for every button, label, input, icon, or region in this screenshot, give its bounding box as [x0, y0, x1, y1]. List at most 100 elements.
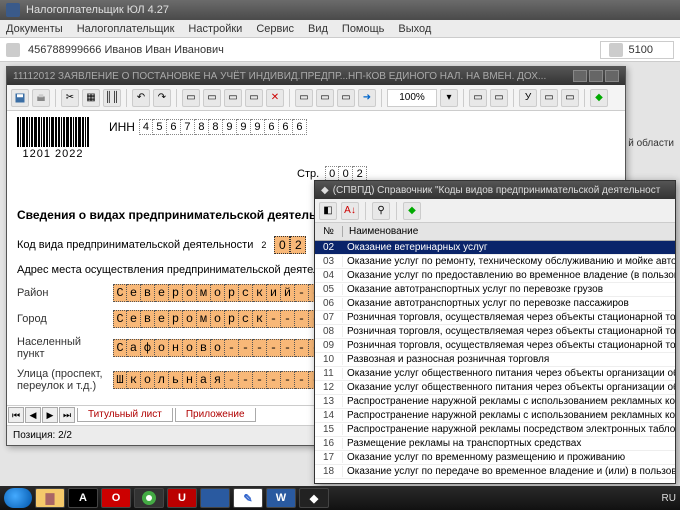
ref-row[interactable]: 07Розничная торговля, осуществляемая чер… — [315, 311, 675, 325]
tool-d-icon[interactable]: ▭ — [245, 89, 263, 107]
tool-k-icon[interactable]: ▭ — [561, 89, 579, 107]
menu-documents[interactable]: Документы — [6, 23, 63, 35]
ref-row[interactable]: 03Оказание услуг по ремонту, техническом… — [315, 255, 675, 269]
tool-a-icon[interactable]: ▭ — [182, 89, 200, 107]
save-icon[interactable] — [11, 89, 29, 107]
ref-row[interactable]: 13Распространение наружной рекламы с исп… — [315, 395, 675, 409]
max-button[interactable] — [589, 70, 603, 82]
taskbar-word-icon[interactable]: W — [266, 488, 296, 508]
ref-toolbar: ◧ A↓ ⚲ ◆ — [315, 199, 675, 223]
style-icon[interactable]: У — [519, 89, 537, 107]
tool-b-icon[interactable]: ▭ — [203, 89, 221, 107]
page-label: Стр. — [297, 168, 319, 180]
cut-icon[interactable]: ✂ — [61, 89, 79, 107]
tool-j-icon[interactable]: ▭ — [540, 89, 558, 107]
taskbar-app2-icon[interactable] — [200, 488, 230, 508]
ref-row[interactable]: 08Розничная торговля, осуществляемая чер… — [315, 325, 675, 339]
doc-toolbar: ✂ ▦ ║║ ↶ ↷ ▭ ▭ ▭ ▭ ✕ ▭ ▭ ▭ ➜ 100% ▾ ▭ ▭ … — [7, 85, 625, 111]
main-menubar: Документы Налогоплательщик Настройки Сер… — [0, 20, 680, 38]
ref-list[interactable]: 02Оказание ветеринарных услуг03Оказание … — [315, 241, 675, 483]
char-field[interactable]: Сафоново-------- — [113, 339, 337, 357]
lang-indicator[interactable]: RU — [662, 493, 676, 504]
char-field[interactable]: Североморский-- — [113, 284, 323, 302]
tab-title-page[interactable]: Титульный лист — [77, 408, 173, 422]
tool-f-icon[interactable]: ▭ — [316, 89, 334, 107]
workspace: й области 11112012 ЗАЯВЛЕНИЕ О ПОСТАНОВК… — [0, 62, 680, 486]
ref-row[interactable]: 18Оказание услуг по передаче во временно… — [315, 465, 675, 479]
ref-row[interactable]: 04Оказание услуг по предоставлению во вр… — [315, 269, 675, 283]
sort-icon[interactable]: A↓ — [341, 202, 359, 220]
ref-row[interactable]: 02Оказание ветеринарных услуг — [315, 241, 675, 255]
ref-row[interactable]: 11Оказание услуг общественного питания ч… — [315, 367, 675, 381]
menu-settings[interactable]: Настройки — [188, 23, 242, 35]
nav-first[interactable]: ⏮ — [8, 407, 24, 423]
ref-tool-a-icon[interactable]: ◧ — [319, 202, 337, 220]
field-label: Населенный пункт — [17, 336, 103, 360]
taskbar-app3-icon[interactable]: ◆ — [299, 488, 329, 508]
code-field[interactable]: 5100 — [600, 41, 674, 59]
code-icon — [609, 43, 623, 57]
zoom-dropdown-icon[interactable]: ▾ — [440, 89, 458, 107]
taskbar-opera-icon[interactable]: O — [101, 488, 131, 508]
ref-row[interactable]: 15Распространение наружной рекламы посре… — [315, 423, 675, 437]
find-icon[interactable]: ⚲ — [372, 202, 390, 220]
help-icon[interactable]: ◆ — [590, 89, 608, 107]
inn-field[interactable]: 456788999666 — [139, 119, 307, 135]
menu-view[interactable]: Вид — [308, 23, 328, 35]
redo-icon[interactable]: ↷ — [153, 89, 171, 107]
tool-c-icon[interactable]: ▭ — [224, 89, 242, 107]
char-field[interactable]: Школьная-------- — [113, 371, 337, 389]
ref-row[interactable]: 14Распространение наружной рекламы с исп… — [315, 409, 675, 423]
taskbar-explorer-icon[interactable]: ▇ — [35, 488, 65, 508]
ref-help-icon[interactable]: ◆ — [403, 202, 421, 220]
ref-row[interactable]: 06Оказание автотранспортных услуг по пер… — [315, 297, 675, 311]
col-name-header[interactable]: Наименование — [343, 226, 675, 237]
ref-row[interactable]: 17Оказание услуг по временному размещени… — [315, 451, 675, 465]
tool-icon[interactable]: ▦ — [82, 89, 100, 107]
taskbar-paint-icon[interactable]: ✎ — [233, 488, 263, 508]
undo-icon[interactable]: ↶ — [132, 89, 150, 107]
nav-next[interactable]: ▶ — [42, 407, 58, 423]
menu-help[interactable]: Помощь — [342, 23, 385, 35]
start-button[interactable] — [4, 488, 32, 508]
doc-title: 11112012 ЗАЯВЛЕНИЕ О ПОСТАНОВКЕ НА УЧЁТ … — [13, 71, 546, 82]
app-icon — [6, 3, 20, 17]
doc-titlebar[interactable]: 11112012 ЗАЯВЛЕНИЕ О ПОСТАНОВКЕ НА УЧЁТ … — [7, 67, 625, 85]
taskbar-app1-icon[interactable]: U — [167, 488, 197, 508]
nav-last[interactable]: ⏭ — [59, 407, 75, 423]
arrow-icon[interactable]: ➜ — [358, 89, 376, 107]
nav-prev[interactable]: ◀ — [25, 407, 41, 423]
delete-icon[interactable]: ✕ — [266, 89, 284, 107]
barcode-number: 1201 2022 — [23, 148, 84, 160]
inn-label: ИНН — [109, 120, 135, 134]
char-field[interactable]: Североморск----- — [113, 310, 337, 328]
min-button[interactable] — [573, 70, 587, 82]
field-label: Район — [17, 287, 103, 299]
tool-i-icon[interactable]: ▭ — [490, 89, 508, 107]
ref-row[interactable]: 09Розничная торговля, осуществляемая чер… — [315, 339, 675, 353]
side-text: й области — [628, 138, 674, 149]
tab-attachment[interactable]: Приложение — [175, 408, 256, 422]
ref-row[interactable]: 10Развозная и разносная розничная торгов… — [315, 353, 675, 367]
ref-title: (СПВПД) Справочник "Коды видов предприни… — [333, 185, 661, 196]
tool-h-icon[interactable]: ▭ — [469, 89, 487, 107]
ref-row[interactable]: 12Оказание услуг общественного питания ч… — [315, 381, 675, 395]
ref-header: № Наименование — [315, 223, 675, 241]
col-num-header[interactable]: № — [315, 226, 343, 237]
menu-taxpayer[interactable]: Налогоплательщик — [77, 23, 175, 35]
ref-titlebar[interactable]: ◆ (СПВПД) Справочник "Коды видов предпри… — [315, 181, 675, 199]
position-label: Позиция: 2/2 — [13, 430, 72, 441]
taskbar-a-icon[interactable]: A — [68, 488, 98, 508]
barcode-icon[interactable]: ║║ — [103, 89, 121, 107]
print-icon[interactable] — [32, 89, 50, 107]
taskbar-chrome-icon[interactable] — [134, 488, 164, 508]
activity-code-field[interactable]: 02 — [274, 236, 306, 254]
menu-exit[interactable]: Выход — [398, 23, 431, 35]
ref-row[interactable]: 16Размещение рекламы на транспортных сре… — [315, 437, 675, 451]
tool-g-icon[interactable]: ▭ — [337, 89, 355, 107]
ref-row[interactable]: 05Оказание автотранспортных услуг по пер… — [315, 283, 675, 297]
close-button[interactable] — [605, 70, 619, 82]
zoom-field[interactable]: 100% — [387, 89, 437, 107]
tool-e-icon[interactable]: ▭ — [295, 89, 313, 107]
menu-service[interactable]: Сервис — [256, 23, 294, 35]
